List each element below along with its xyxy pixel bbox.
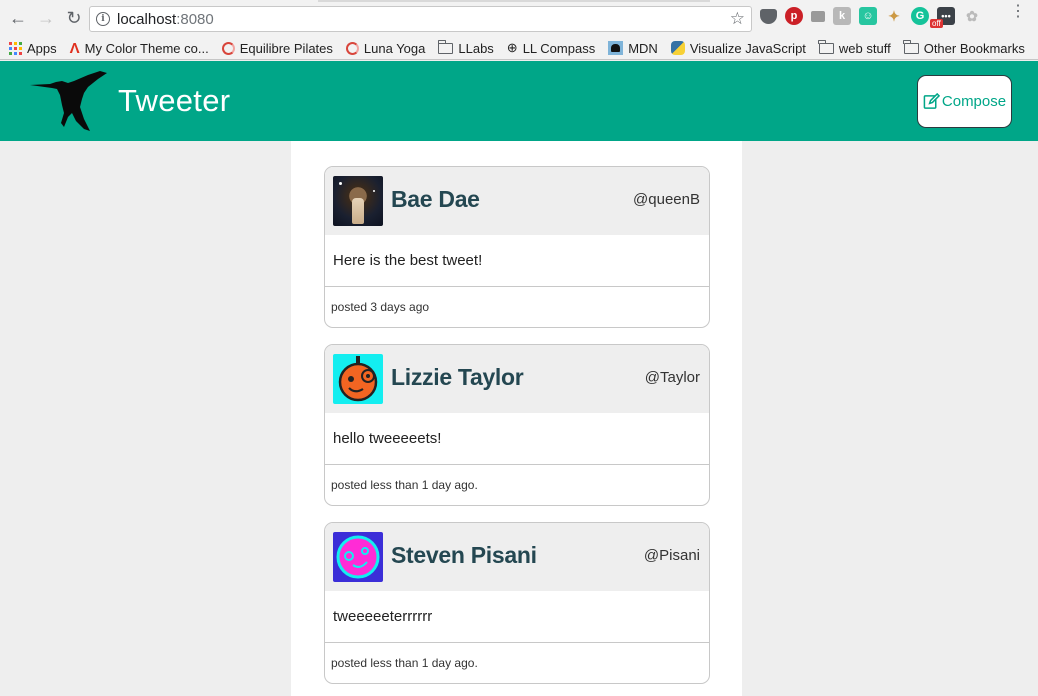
tweet-handle: @queenB [633, 191, 700, 208]
address-bar[interactable]: i localhost:8080 ☆ [89, 6, 752, 32]
url-host: localhost [117, 10, 177, 28]
bookmark-label: LL Compass [522, 40, 596, 56]
tweet-body: Here is the best tweet! [325, 235, 709, 287]
edit-icon [923, 93, 940, 109]
bookmark-mdn[interactable]: MDN [608, 41, 658, 56]
tweet-body: tweeeeeterrrrrr [325, 591, 709, 643]
bookmarks-bar: Apps Λ My Color Theme co... Equilibre Pi… [0, 37, 1038, 60]
tweet-card: Bae Dae @queenB Here is the best tweet! … [324, 166, 710, 328]
bookmark-label: Luna Yoga [363, 40, 426, 56]
tweet-body: hello tweeeeets! [325, 413, 709, 465]
tweet-header: Steven Pisani @Pisani [325, 523, 709, 591]
tweet-timestamp: posted 3 days ago [331, 300, 430, 314]
app-title: Tweeter [118, 83, 231, 118]
pink-face-avatar [333, 532, 383, 582]
smile-extension-icon[interactable]: ☺ [859, 7, 877, 25]
bookmark-color-theme[interactable]: Λ My Color Theme co... [70, 40, 209, 57]
bookmark-visualize-js[interactable]: Visualize JavaScript [670, 40, 806, 56]
tweet-timestamp: posted less than 1 day ago. [331, 656, 478, 670]
info-icon[interactable]: i [96, 12, 110, 26]
tweet-timestamp: posted less than 1 day ago. [331, 478, 478, 492]
bookmark-label: Equilibre Pilates [239, 40, 333, 56]
tweet-header: Lizzie Taylor @Taylor [325, 345, 709, 413]
k-extension-icon[interactable]: k [833, 7, 851, 25]
bookmark-web-stuff[interactable]: web stuff [818, 39, 891, 56]
tweet-card: Steven Pisani @Pisani tweeeeeterrrrrr po… [324, 522, 710, 684]
hummingbird-logo-icon [30, 71, 107, 131]
bookmark-label: Other Bookmarks [923, 40, 1025, 56]
url-port: :8080 [176, 10, 214, 28]
menu-icon[interactable]: ⋮ [1010, 4, 1026, 20]
eyedropper-icon[interactable]: ✦ [885, 7, 903, 25]
bookmark-luna-yoga[interactable]: Luna Yoga [345, 40, 426, 56]
adobe-icon: Λ [69, 39, 80, 57]
compose-button[interactable]: Compose [917, 75, 1012, 128]
extensions-bar: p k ☺ ✦ G ••• ✿ [760, 7, 981, 25]
feather-icon[interactable]: ✿ [963, 7, 981, 25]
tweet-handle: @Taylor [644, 369, 700, 386]
ring-icon [345, 41, 359, 55]
folder-icon [903, 39, 919, 54]
mdn-icon [608, 41, 624, 55]
folder-icon [818, 39, 834, 54]
browser-toolbar: ← → ↻ i localhost:8080 ☆ p k ☺ ✦ G ••• ✿… [0, 0, 1038, 37]
bookmark-llabs[interactable]: LLabs [437, 39, 494, 56]
tweet-author-name: Lizzie Taylor [391, 364, 524, 390]
pink-face-icon [336, 535, 380, 579]
bookmark-label: Visualize JavaScript [689, 40, 806, 56]
bookmark-label: LLabs [458, 40, 494, 56]
bookmark-apps[interactable]: Apps [9, 41, 57, 56]
folder-icon [437, 39, 454, 54]
bookmark-label: MDN [628, 40, 658, 56]
bookmark-ll-compass[interactable]: ⊕ LL Compass [507, 40, 595, 56]
robot-face-icon [338, 356, 378, 402]
tweet-feed: Bae Dae @queenB Here is the best tweet! … [291, 141, 742, 696]
compass-icon: ⊕ [506, 40, 518, 55]
extension-badge: off [930, 19, 943, 28]
tweet-author-name: Steven Pisani [391, 542, 537, 568]
pocket-icon[interactable] [760, 8, 777, 24]
apps-grid-icon [9, 41, 22, 55]
camera-icon[interactable] [811, 10, 825, 22]
reload-icon[interactable]: ↻ [62, 7, 86, 31]
tweet-header: Bae Dae @queenB [325, 167, 709, 235]
bookmark-label: web stuff [838, 40, 891, 56]
compose-label: Compose [941, 93, 1007, 110]
forward-icon[interactable]: → [34, 7, 58, 31]
tweet-handle: @Pisani [643, 547, 700, 564]
bookmark-other[interactable]: Other Bookmarks [903, 39, 1025, 56]
orange-robot-avatar [333, 354, 383, 404]
bookmark-star-icon[interactable]: ☆ [730, 9, 745, 29]
python-icon [670, 41, 685, 55]
pinterest-icon[interactable]: p [785, 7, 803, 25]
tweet-author-name: Bae Dae [391, 186, 480, 212]
photo-avatar [333, 176, 383, 226]
bookmark-label: My Color Theme co... [84, 40, 209, 56]
bookmark-equilibre-pilates[interactable]: Equilibre Pilates [221, 40, 333, 56]
tweet-card: Lizzie Taylor @Taylor hello tweeeeets! p… [324, 344, 710, 506]
tab-strip [318, 0, 710, 2]
app-header: Tweeter Compose [0, 61, 1038, 141]
back-icon[interactable]: ← [6, 7, 30, 31]
ring-icon [221, 41, 235, 55]
bookmark-label: Apps [27, 40, 57, 56]
grammarly-icon[interactable]: G [911, 7, 929, 25]
